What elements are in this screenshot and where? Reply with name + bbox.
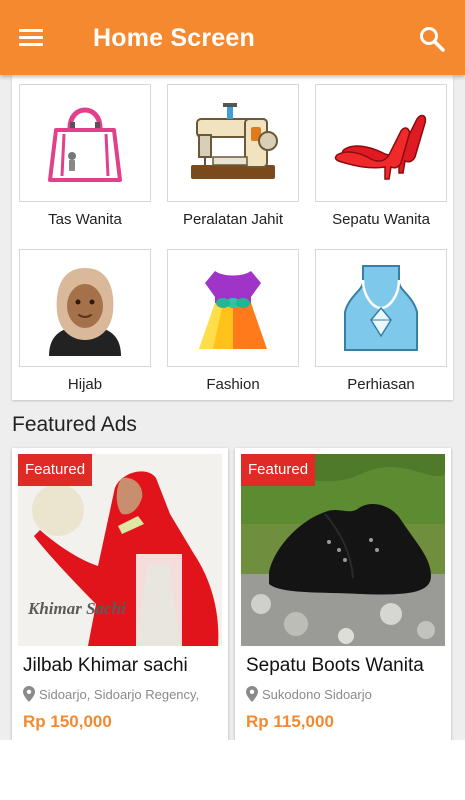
- category-grid: Tas Wanita Peralatan Jahit Sepatu Wanita…: [12, 75, 453, 400]
- ad-location: Sukodono Sidoarjo: [246, 686, 372, 702]
- section-title-featured: Featured Ads: [12, 413, 137, 436]
- ad-price: Rp 115,000: [246, 712, 334, 731]
- ad-image: Featured: [241, 454, 445, 646]
- category-perhiasan[interactable]: Perhiasan: [315, 249, 447, 393]
- ad-location-text: Sukodono Sidoarjo: [262, 686, 372, 702]
- category-label: Peralatan Jahit: [182, 211, 284, 228]
- category-tile: [315, 249, 447, 367]
- category-tas-wanita[interactable]: Tas Wanita: [19, 84, 151, 228]
- ad-title: Sepatu Boots Wanita: [246, 655, 424, 676]
- featured-ad-card[interactable]: Featured Sepatu Boots Wanita Sukodono Si…: [235, 448, 451, 740]
- category-tile: [19, 84, 151, 202]
- category-label: Fashion: [206, 376, 260, 393]
- sewing-machine-icon: [191, 103, 278, 179]
- category-tile: [167, 84, 299, 202]
- location-pin-icon: [246, 686, 258, 702]
- category-fashion[interactable]: Fashion: [167, 249, 299, 393]
- menu-icon[interactable]: [14, 22, 48, 54]
- necklace-icon: [344, 265, 418, 351]
- featured-badge: Featured: [18, 454, 93, 486]
- high-heel-icon: [334, 114, 427, 180]
- category-label: Hijab: [67, 376, 103, 393]
- ad-location: Sidoarjo, Sidoarjo Regency,: [23, 686, 199, 702]
- featured-badge: Featured: [241, 454, 316, 486]
- location-pin-icon: [23, 686, 35, 702]
- category-sepatu-wanita[interactable]: Sepatu Wanita: [315, 84, 447, 228]
- category-label: Tas Wanita: [48, 211, 122, 228]
- category-peralatan-jahit[interactable]: Peralatan Jahit: [167, 84, 299, 228]
- ad-price: Rp 150,000: [23, 712, 112, 731]
- category-hijab[interactable]: Hijab: [19, 249, 151, 393]
- category-tile: [315, 84, 447, 202]
- category-tile: [167, 249, 299, 367]
- ad-title: Jilbab Khimar sachi: [23, 655, 188, 676]
- category-tile: [19, 249, 151, 367]
- search-icon[interactable]: [417, 24, 447, 54]
- dress-icon: [199, 271, 267, 349]
- ad-image: Khimar Sachi Featured: [18, 454, 222, 646]
- handbag-icon: [48, 107, 122, 182]
- featured-ad-card[interactable]: Khimar Sachi Featured Jilbab Khimar sach…: [12, 448, 228, 740]
- category-label: Perhiasan: [347, 376, 415, 393]
- hijab-woman-icon: [49, 268, 121, 356]
- app-screen: Home Screen Tas Wanita Peralatan Jahit S…: [0, 0, 465, 740]
- page-title: Home Screen: [93, 24, 255, 52]
- category-label: Sepatu Wanita: [332, 211, 430, 228]
- app-bar: Home Screen: [0, 0, 465, 75]
- ad-location-text: Sidoarjo, Sidoarjo Regency,: [39, 686, 200, 702]
- ad-image-caption: Khimar Sachi: [27, 599, 126, 618]
